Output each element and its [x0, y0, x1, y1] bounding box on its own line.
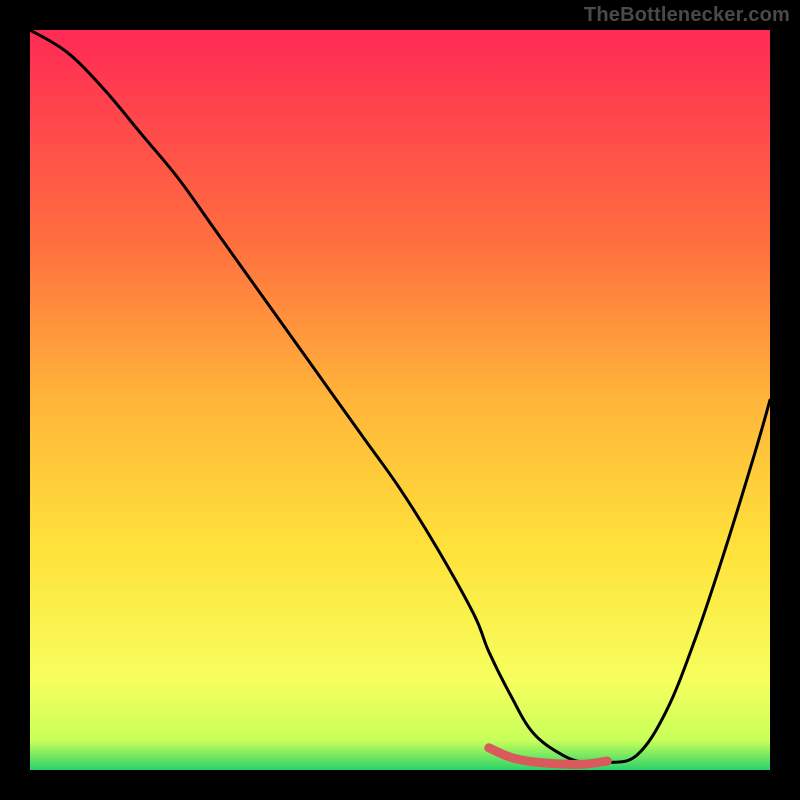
plot-area	[30, 30, 770, 770]
curve-layer	[30, 30, 770, 770]
highlight-segment	[489, 748, 607, 765]
bottleneck-curve	[30, 30, 770, 764]
chart-frame: TheBottlenecker.com	[0, 0, 800, 800]
watermark-text: TheBottlenecker.com	[584, 4, 790, 27]
